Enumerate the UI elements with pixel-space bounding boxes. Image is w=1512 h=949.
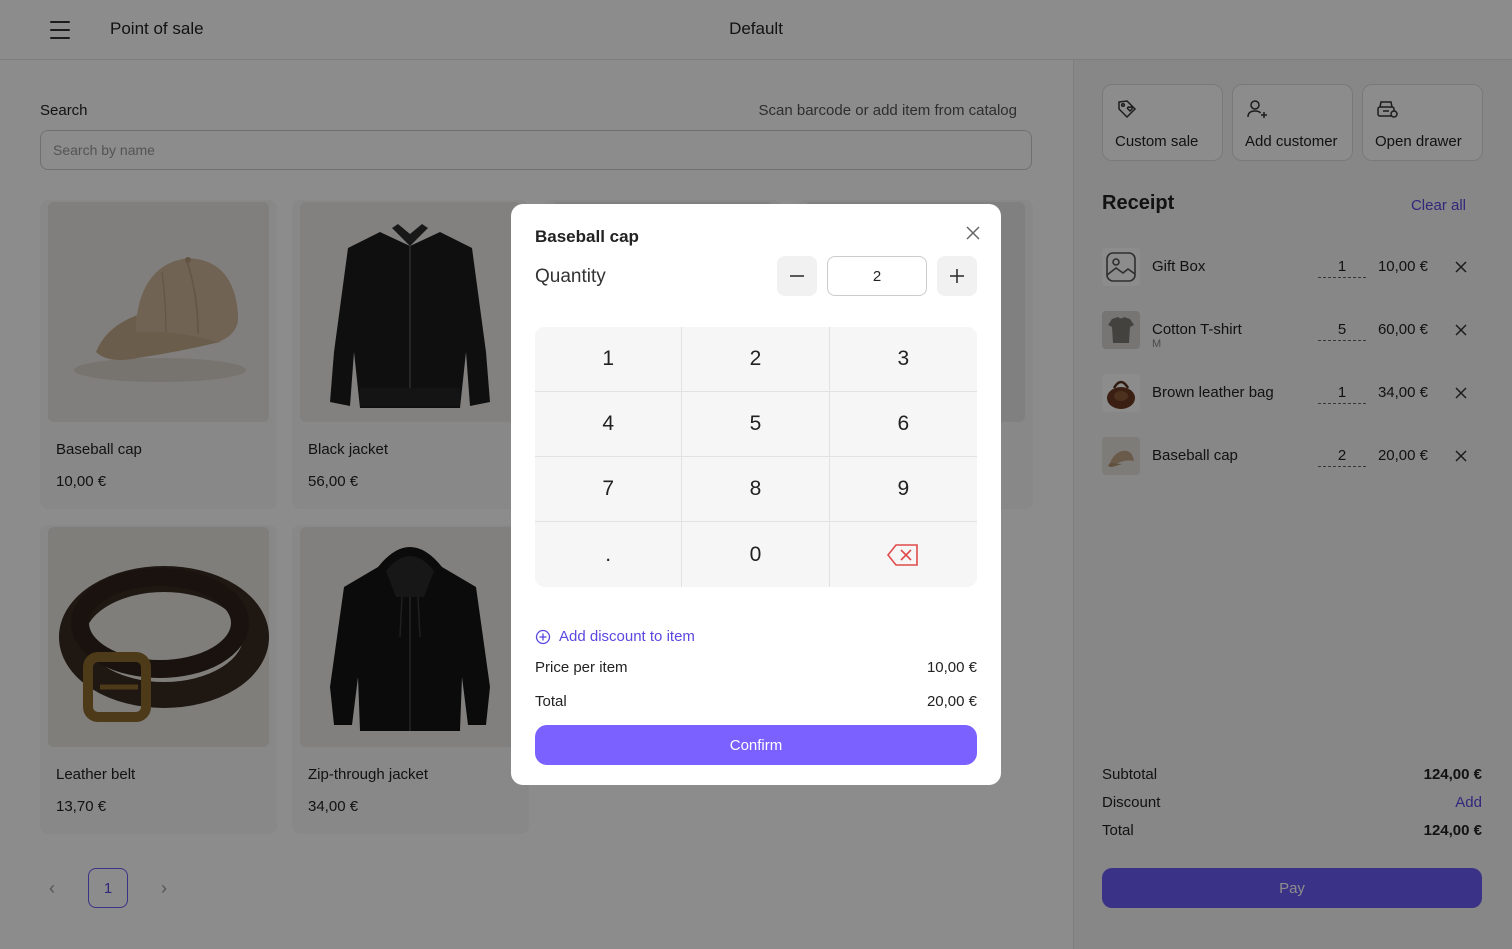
- key-1[interactable]: 1: [535, 327, 683, 392]
- backspace-icon: [887, 543, 919, 566]
- key-5[interactable]: 5: [682, 392, 830, 457]
- key-8[interactable]: 8: [682, 457, 830, 522]
- pos-app: Point of sale Default Search Scan barcod…: [0, 0, 1512, 949]
- price-per-item-value: 10,00 €: [926, 659, 977, 676]
- key-9[interactable]: 9: [829, 457, 977, 522]
- key-decimal[interactable]: .: [535, 522, 683, 587]
- close-icon[interactable]: [964, 224, 982, 242]
- add-discount-label: Add discount to item: [559, 628, 695, 645]
- dialog-title: Baseball cap: [535, 227, 639, 246]
- quantity-label: Quantity: [535, 266, 606, 287]
- increase-quantity-button[interactable]: [937, 256, 977, 296]
- key-6[interactable]: 6: [829, 392, 977, 457]
- price-per-item-label: Price per item: [535, 659, 628, 676]
- quantity-input[interactable]: [827, 256, 927, 296]
- backspace-key[interactable]: [829, 522, 977, 587]
- confirm-button[interactable]: Confirm: [535, 725, 977, 765]
- quantity-dialog: Baseball cap Quantity 1 2 3 4 5 6 7 8 9 …: [511, 204, 1001, 785]
- key-2[interactable]: 2: [682, 327, 830, 392]
- plus-circle-icon: [535, 629, 551, 644]
- key-4[interactable]: 4: [535, 392, 683, 457]
- plus-icon: [950, 269, 964, 283]
- numeric-keypad: 1 2 3 4 5 6 7 8 9 . 0: [535, 327, 977, 587]
- decrease-quantity-button[interactable]: [777, 256, 817, 296]
- item-total-label: Total: [535, 693, 567, 710]
- minus-icon: [790, 275, 804, 277]
- key-0[interactable]: 0: [682, 522, 830, 587]
- item-total-value: 20,00 €: [926, 693, 977, 710]
- add-discount-to-item-link[interactable]: Add discount to item: [535, 628, 695, 645]
- key-7[interactable]: 7: [535, 457, 683, 522]
- key-3[interactable]: 3: [829, 327, 977, 392]
